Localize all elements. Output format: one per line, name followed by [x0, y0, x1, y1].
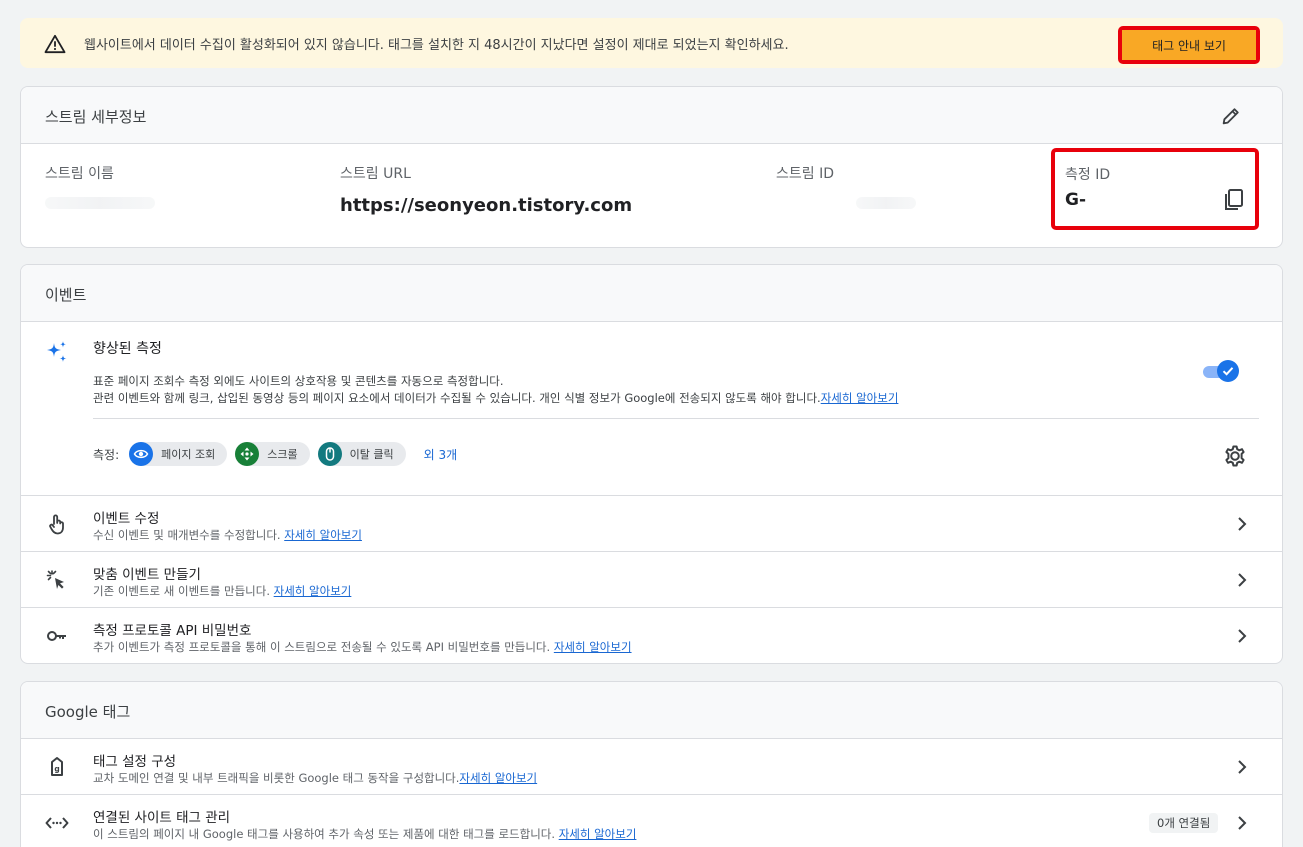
- stream-details-card: 스트림 세부정보 스트림 이름 스트림 URL https://seonyeon…: [20, 86, 1283, 248]
- gear-icon[interactable]: [1223, 444, 1247, 468]
- more-measurements-link[interactable]: 외 3개: [424, 446, 458, 463]
- google-tag-title: Google 태그: [45, 703, 131, 721]
- chevron-right-icon: [1238, 517, 1247, 531]
- stream-details-title: 스트림 세부정보: [45, 108, 147, 126]
- configure-tag-settings-title: 태그 설정 구성: [93, 754, 177, 770]
- measurement-protocol-learn-more[interactable]: 자세히 알아보기: [554, 640, 632, 654]
- svg-text:g: g: [54, 765, 59, 774]
- modify-events-title: 이벤트 수정: [93, 511, 160, 527]
- measurement-protocol-sub-text: 추가 이벤트가 측정 프로토콜을 통해 이 스트림으로 전송될 수 있도록 AP…: [93, 640, 551, 654]
- measurement-id-label: 측정 ID: [1065, 167, 1111, 183]
- chevron-right-icon: [1238, 816, 1247, 830]
- mouse-icon: [317, 442, 342, 466]
- highlight-box-tag-guide: 태그 안내 보기: [1118, 26, 1260, 64]
- measurement-id-value: G-: [1065, 190, 1087, 210]
- toggle-knob: [1217, 360, 1239, 382]
- chip-scroll-label: 스크롤: [267, 448, 298, 461]
- modify-events-learn-more[interactable]: 자세히 알아보기: [284, 528, 362, 542]
- enhanced-measurement-toggle[interactable]: [1201, 359, 1239, 383]
- stream-name-field: 스트림 이름: [45, 163, 155, 209]
- highlight-box-measurement-id: 측정 ID G-: [1051, 148, 1259, 230]
- enhanced-measurement-description: 표준 페이지 조회수 측정 외에도 사이트의 상호작용 및 콘텐츠를 자동으로 …: [93, 373, 898, 407]
- stream-id-field: 스트림 ID: [776, 163, 916, 209]
- manage-connected-site-tags-title: 연결된 사이트 태그 관리: [93, 810, 231, 826]
- chip-outbound-click-label: 이탈 클릭: [349, 448, 394, 461]
- scroll-icon: [235, 442, 260, 466]
- create-custom-event-title: 맞춤 이벤트 만들기: [93, 567, 201, 583]
- measurement-protocol-title: 측정 프로토콜 API 비밀번호: [93, 623, 252, 639]
- stream-url-field: 스트림 URL https://seonyeon.tistory.com: [340, 163, 632, 216]
- measurement-protocol-row[interactable]: 측정 프로토콜 API 비밀번호 추가 이벤트가 측정 프로토콜을 통해 이 스…: [21, 608, 1282, 663]
- create-custom-event-learn-more[interactable]: 자세히 알아보기: [274, 584, 352, 598]
- copy-icon[interactable]: [1223, 188, 1245, 212]
- measurement-protocol-subtitle: 추가 이벤트가 측정 프로토콜을 통해 이 스트림으로 전송될 수 있도록 AP…: [93, 639, 632, 655]
- divider: [93, 418, 1259, 419]
- connected-count-badge: 0개 연결됨: [1149, 813, 1219, 833]
- click-sparkle-icon: [46, 570, 64, 589]
- learn-more-link[interactable]: 자세히 알아보기: [821, 391, 899, 405]
- stream-name-label: 스트림 이름: [45, 166, 114, 182]
- events-card: 이벤트 향상된 측정 표준 페이지 조회수 측정 외에도 사이트의 상호작용 및…: [20, 264, 1283, 664]
- create-custom-event-subtitle: 기존 이벤트로 새 이벤트를 만듭니다. 자세히 알아보기: [93, 583, 351, 599]
- stream-name-value: [45, 197, 155, 209]
- check-icon: [1222, 367, 1234, 376]
- view-tag-guide-button[interactable]: 태그 안내 보기: [1122, 30, 1256, 60]
- stream-id-value: [856, 197, 916, 209]
- banner-message: 웹사이트에서 데이터 수집이 활성화되어 있지 않습니다. 태그를 설치한 지 …: [84, 38, 789, 53]
- chip-page-view-label: 페이지 조회: [161, 448, 216, 461]
- stream-details-header: 스트림 세부정보: [21, 87, 1282, 144]
- configure-tag-settings-row[interactable]: g 태그 설정 구성 교차 도메인 연결 및 내부 트래픽을 비롯한 Googl…: [21, 739, 1282, 795]
- chevron-right-icon: [1238, 760, 1247, 774]
- configure-tag-settings-sub-text: 교차 도메인 연결 및 내부 트래픽을 비롯한 Google 태그 동작을 구성…: [93, 771, 460, 785]
- eye-icon: [129, 442, 154, 466]
- modify-events-sub-text: 수신 이벤트 및 매개변수를 수정합니다.: [93, 528, 281, 542]
- chip-page-view[interactable]: 페이지 조회: [129, 442, 228, 466]
- create-custom-event-sub-text: 기존 이벤트로 새 이벤트를 만듭니다.: [93, 584, 270, 598]
- warning-icon: [44, 34, 66, 54]
- events-title: 이벤트: [45, 286, 87, 304]
- measurement-chips: 측정: 페이지 조회 스크롤 이탈 클릭 외 3개: [93, 442, 457, 466]
- code-icon: [45, 817, 69, 829]
- create-custom-event-row[interactable]: 맞춤 이벤트 만들기 기존 이벤트로 새 이벤트를 만듭니다. 자세히 알아보기: [21, 552, 1282, 608]
- google-tag-header: Google 태그: [21, 682, 1282, 739]
- manage-connected-site-tags-sub-text: 이 스트림의 페이지 내 Google 태그를 사용하여 추가 속성 또는 제품…: [93, 827, 556, 841]
- chip-outbound-click[interactable]: 이탈 클릭: [317, 442, 406, 466]
- description-line-2-text: 관련 이벤트와 함께 링크, 삽입된 동영상 등의 페이지 요소에서 데이터가 …: [93, 391, 821, 405]
- configure-tag-settings-subtitle: 교차 도메인 연결 및 내부 트래픽을 비롯한 Google 태그 동작을 구성…: [93, 770, 537, 786]
- chevron-right-icon: [1238, 573, 1247, 587]
- key-icon: [47, 631, 66, 641]
- warning-banner: 웹사이트에서 데이터 수집이 활성화되어 있지 않습니다. 태그를 설치한 지 …: [20, 18, 1283, 68]
- touch-icon: [49, 514, 64, 535]
- manage-connected-site-tags-row[interactable]: 연결된 사이트 태그 관리 이 스트림의 페이지 내 Google 태그를 사용…: [21, 795, 1282, 847]
- modify-events-row[interactable]: 이벤트 수정 수신 이벤트 및 매개변수를 수정합니다. 자세히 알아보기: [21, 496, 1282, 552]
- manage-connected-site-tags-learn-more[interactable]: 자세히 알아보기: [559, 827, 637, 841]
- modify-events-subtitle: 수신 이벤트 및 매개변수를 수정합니다. 자세히 알아보기: [93, 527, 362, 543]
- enhanced-measurement-section: 향상된 측정 표준 페이지 조회수 측정 외에도 사이트의 상호작용 및 콘텐츠…: [21, 322, 1282, 496]
- enhanced-measurement-title: 향상된 측정: [93, 341, 162, 357]
- pencil-icon[interactable]: [1220, 105, 1242, 127]
- stream-url-value: https://seonyeon.tistory.com: [340, 195, 633, 216]
- description-line-1: 표준 페이지 조회수 측정 외에도 사이트의 상호작용 및 콘텐츠를 자동으로 …: [93, 374, 504, 388]
- stream-url-label: 스트림 URL: [340, 166, 411, 182]
- events-header: 이벤트: [21, 265, 1282, 322]
- chip-scroll[interactable]: 스크롤: [235, 442, 310, 466]
- stream-id-label: 스트림 ID: [776, 166, 834, 182]
- tag-icon: g: [51, 757, 63, 776]
- google-tag-card: Google 태그 g 태그 설정 구성 교차 도메인 연결 및 내부 트래픽을…: [20, 681, 1283, 847]
- measure-label: 측정:: [93, 447, 120, 462]
- sparkle-icon: [47, 341, 67, 362]
- configure-tag-settings-learn-more[interactable]: 자세히 알아보기: [459, 771, 537, 785]
- manage-connected-site-tags-subtitle: 이 스트림의 페이지 내 Google 태그를 사용하여 추가 속성 또는 제품…: [93, 826, 636, 842]
- chevron-right-icon: [1238, 629, 1247, 643]
- description-line-2: 관련 이벤트와 함께 링크, 삽입된 동영상 등의 페이지 요소에서 데이터가 …: [93, 390, 898, 407]
